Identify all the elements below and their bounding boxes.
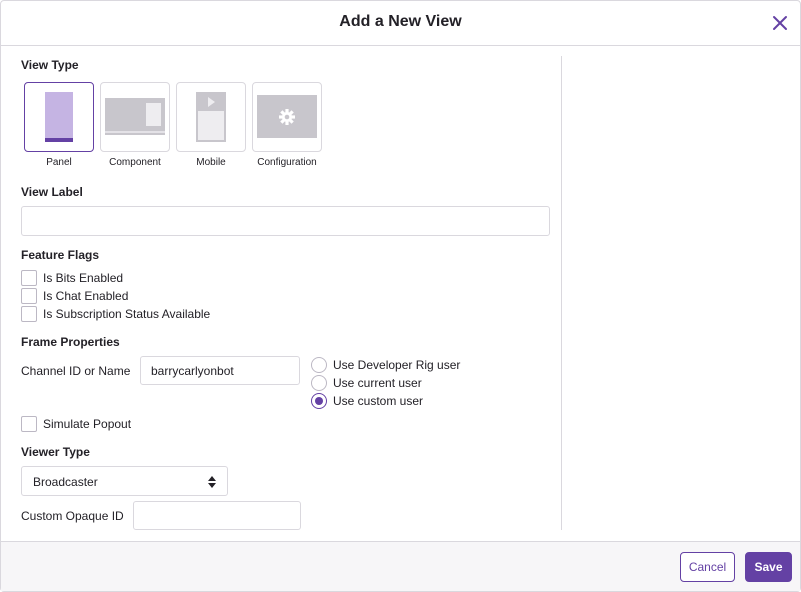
use-custom-user-radio[interactable]: Use custom user [311,393,423,409]
radio-button[interactable] [311,375,327,391]
chat-enabled-checkbox[interactable]: Is Chat Enabled [21,288,128,304]
view-type-mobile-option[interactable] [176,82,246,152]
close-icon[interactable] [770,13,790,33]
checkbox-box[interactable] [21,288,37,304]
channel-input[interactable] [140,356,300,385]
view-label-input[interactable] [21,206,550,236]
dialog-footer: Cancel Save [1,541,800,591]
checkbox-box[interactable] [21,306,37,322]
feature-flags-heading: Feature Flags [21,248,100,262]
checkbox-label: Is Chat Enabled [43,289,129,303]
viewer-type-select[interactable]: Broadcaster [21,466,228,496]
form-area: View Type Panel Component Mobile Configu… [21,46,561,530]
channel-label: Channel ID or Name [21,364,131,378]
view-type-component-option[interactable] [100,82,170,152]
view-type-component-label: Component [109,157,161,168]
viewer-type-heading: Viewer Type [21,445,90,459]
simulate-popout-checkbox[interactable]: Simulate Popout [21,416,131,432]
view-type-configuration-label: Configuration [257,157,317,168]
view-type-configuration-option[interactable] [252,82,322,152]
view-label-heading: View Label [21,185,83,199]
cancel-button[interactable]: Cancel [680,552,735,582]
radio-label: Use custom user [333,394,424,408]
custom-opaque-id-label: Custom Opaque ID [21,509,124,523]
radio-button-selected[interactable] [311,393,327,409]
subscription-status-checkbox[interactable]: Is Subscription Status Available [21,306,210,322]
column-divider [561,56,562,530]
view-type-heading: View Type [21,58,79,72]
checkbox-box[interactable] [21,270,37,286]
use-developer-rig-user-radio[interactable]: Use Developer Rig user [311,357,460,373]
radio-button[interactable] [311,357,327,373]
custom-opaque-id-input[interactable] [133,501,301,530]
checkbox-label: Simulate Popout [43,417,132,431]
radio-label: Use current user [333,376,422,390]
use-current-user-radio[interactable]: Use current user [311,375,422,391]
checkbox-label: Is Bits Enabled [43,271,124,285]
checkbox-box[interactable] [21,416,37,432]
view-type-panel-label: Panel [46,157,72,168]
select-arrows-icon [208,475,216,489]
save-button[interactable]: Save [745,552,792,582]
dialog-header: Add a New View [1,1,800,46]
dialog-title: Add a New View [339,13,462,30]
checkbox-label: Is Subscription Status Available [43,307,211,321]
bits-enabled-checkbox[interactable]: Is Bits Enabled [21,270,123,286]
view-type-panel-option[interactable] [24,82,94,152]
view-type-mobile-label: Mobile [196,157,226,168]
radio-label: Use Developer Rig user [333,358,461,372]
frame-properties-heading: Frame Properties [21,335,120,349]
viewer-type-value: Broadcaster [33,475,98,489]
add-view-dialog: Add a New View View Type Panel Component… [0,0,801,592]
